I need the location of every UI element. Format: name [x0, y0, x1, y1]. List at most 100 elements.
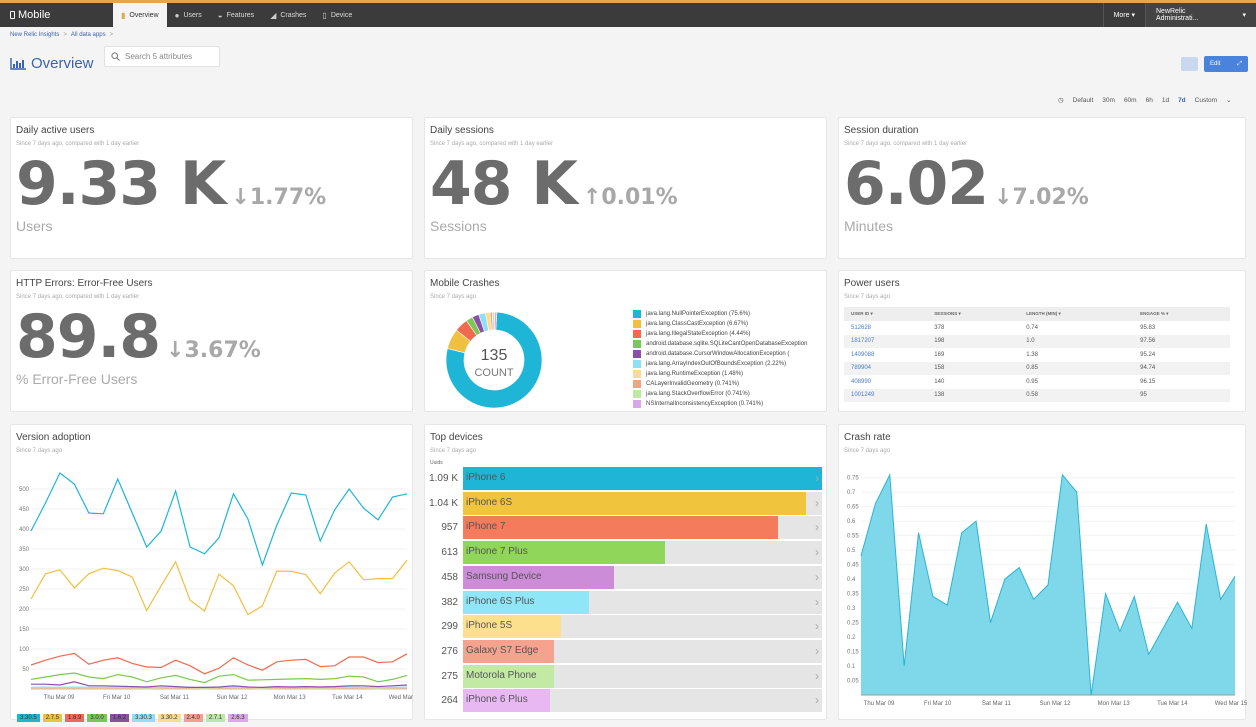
column-header-sessions[interactable]: SESSIONS ▾ — [927, 307, 1020, 321]
chevron-right-icon[interactable]: › — [815, 644, 819, 658]
device-bar-row[interactable]: 957 iPhone 7 › — [425, 516, 825, 540]
column-header-user-id[interactable]: USER ID ▾ — [844, 307, 928, 321]
legend-chip[interactable]: 3.0.0 — [87, 714, 107, 722]
device-label: iPhone 6S Plus — [466, 595, 535, 607]
clock-icon: ◷ — [1058, 97, 1064, 104]
y-tick-label: 0.6 — [847, 519, 856, 525]
mobile-icon — [10, 11, 15, 19]
card-title: Daily sessions — [430, 125, 494, 136]
time-option-7d[interactable]: 7d — [1178, 97, 1186, 104]
table-row: 789904 158 0.85 94.74 — [844, 361, 1230, 375]
legend-chip[interactable]: 3.30.3 — [132, 714, 155, 722]
legend-item[interactable]: NSInternalInconsistencyException (0.741%… — [633, 399, 815, 409]
device-bar-row[interactable]: 613 iPhone 7 Plus › — [425, 541, 825, 565]
legend-item[interactable]: java.lang.IllegalStateException (4.44%) — [633, 329, 815, 339]
version-adoption-card: Version adoption Since 7 days ago 50 100 1… — [10, 424, 414, 722]
legend-item[interactable]: android.database.CursorWindowAllocationE… — [633, 349, 815, 359]
time-option-custom[interactable]: Custom — [1195, 97, 1217, 104]
series-line-3.30.5[interactable] — [30, 472, 408, 567]
legend-label: NSInternalInconsistencyException (0.741%… — [646, 401, 764, 407]
chevron-right-icon[interactable]: › — [815, 619, 819, 633]
chevron-right-icon[interactable]: › — [815, 496, 819, 510]
legend-chip[interactable]: 2.4.0 — [183, 714, 203, 722]
column-header-engage[interactable]: ENGAGE % ▾ — [1133, 307, 1230, 321]
legend-item[interactable]: java.lang.StackOverflowError (0.741%) — [633, 389, 815, 399]
x-tick-label: Tue Mar 14 — [332, 695, 363, 701]
time-option-60m[interactable]: 60m — [1124, 97, 1137, 104]
chevron-right-icon[interactable]: › — [815, 669, 819, 683]
user-id-link[interactable]: 1817207 — [844, 334, 928, 348]
user-id-link[interactable]: 789904 — [844, 361, 928, 375]
user-id-link[interactable]: 1409088 — [844, 348, 927, 362]
device-bar-row[interactable]: 1.04 K iPhone 6S › — [425, 491, 825, 515]
legend-chip[interactable]: 2.7.1 — [205, 714, 226, 722]
column-header-length[interactable]: LENGTH (MIN) ▾ — [1019, 307, 1134, 321]
time-option-default[interactable]: Default — [1073, 97, 1094, 104]
chevron-right-icon[interactable]: › — [815, 545, 819, 559]
card-subtitle: Since 7 days ago — [16, 448, 63, 454]
device-bar-track: Samsung Device › — [463, 565, 822, 589]
tab-features[interactable]: ◒ Features — [210, 3, 262, 27]
x-tick-label: Mon Mar 13 — [274, 695, 307, 701]
chevron-right-icon[interactable]: › — [815, 693, 819, 707]
legend-item[interactable]: java.lang.RuntimeException (1.48%) — [633, 369, 815, 379]
legend-label: java.lang.ArrayIndexOutOfBoundsException… — [646, 361, 787, 367]
caret-down-icon: ▾ — [1242, 12, 1246, 19]
device-label: iPhone 6S — [466, 496, 513, 508]
user-id-link[interactable]: 408990 — [844, 375, 927, 389]
time-option-1d[interactable]: 1d — [1162, 97, 1169, 104]
series-line-3.0.0[interactable] — [30, 672, 408, 684]
y-tick-label: 0.7 — [847, 490, 856, 496]
chevron-down-icon[interactable]: ⌄ — [1226, 96, 1231, 104]
device-bar-row[interactable]: 264 iPhone 6 Plus › — [425, 689, 825, 713]
legend-item[interactable]: java.lang.ArrayIndexOutOfBoundsException… — [633, 359, 815, 369]
legend-chip[interactable]: 1.6.9 — [65, 714, 85, 722]
device-bar-row[interactable]: 276 Galaxy S7 Edge › — [425, 639, 825, 663]
users-icon: ● — [174, 10, 180, 20]
more-menu[interactable]: More ▾ — [1102, 3, 1146, 27]
time-option-30m[interactable]: 30m — [1102, 97, 1115, 104]
legend-chip[interactable]: 3.30.5 — [17, 714, 40, 722]
user-id-link[interactable]: 512628 — [844, 321, 927, 335]
time-option-6h[interactable]: 6h — [1146, 97, 1153, 104]
legend-chip[interactable]: 2.7.5 — [42, 714, 63, 722]
chevron-right-icon[interactable]: › — [815, 595, 819, 609]
table-cell: 378 — [934, 324, 945, 331]
device-bar-row[interactable]: 458 Samsung Device › — [425, 565, 825, 589]
tab-device[interactable]: ▯ Device — [314, 3, 360, 27]
legend-chip[interactable]: 3.30.2 — [157, 714, 181, 722]
chevron-right-icon[interactable]: › — [815, 471, 819, 485]
kpi-value-row: 6.02 ↓7.02% — [844, 154, 1089, 214]
series-line-1.6.9[interactable] — [30, 652, 408, 675]
breadcrumb-all-apps[interactable]: All data apps — [71, 32, 106, 38]
chevron-right-icon[interactable]: › — [815, 570, 819, 584]
device-bar-row[interactable]: 275 Motorola Phone › — [425, 664, 825, 688]
legend-item[interactable]: android.database.sqlite.SQLiteCantOpenDa… — [633, 339, 815, 349]
expand-icon[interactable]: ⤢ — [1237, 61, 1242, 68]
legend-chip[interactable]: 1.6.2 — [109, 714, 130, 722]
app-brand[interactable]: Mobile — [0, 9, 113, 21]
user-id-link[interactable]: 1001249 — [844, 388, 928, 402]
legend-item[interactable]: java.lang.ClassCastException (6.67%) — [633, 319, 815, 329]
tab-crashes[interactable]: ◢ Crashes — [262, 3, 314, 27]
device-bar-row[interactable]: 299 iPhone 5S › — [425, 615, 825, 639]
card-title: Power users — [844, 278, 900, 289]
y-tick-label: 150 — [19, 627, 30, 633]
y-tick-label: 300 — [19, 567, 30, 573]
layout-toggle-button[interactable] — [1181, 57, 1198, 71]
legend-swatch — [633, 380, 641, 388]
tab-users[interactable]: ● Users — [167, 3, 210, 27]
account-menu[interactable]: NewRelic Administrati... ▾ — [1146, 3, 1256, 27]
edit-button[interactable]: Edit ⤢ — [1204, 56, 1248, 72]
device-bar-row[interactable]: 382 iPhone 6S Plus › — [425, 590, 825, 614]
legend-swatch — [633, 400, 641, 408]
device-bar-row[interactable]: 1.09 K iPhone 6 › — [425, 467, 825, 490]
legend-item[interactable]: CALayerInvalidGeometry (0.741%) — [633, 379, 815, 389]
legend-item[interactable]: java.lang.NullPointerException (75.6%) — [633, 309, 815, 319]
breadcrumb-insights[interactable]: New Relic Insights — [10, 32, 59, 38]
attribute-search-input[interactable]: Search 5 attributes — [104, 46, 220, 67]
series-line-2.7.5[interactable] — [30, 559, 408, 616]
legend-chip[interactable]: 2.6.3 — [228, 714, 248, 722]
chevron-right-icon[interactable]: › — [815, 520, 819, 534]
tab-overview[interactable]: ▮ Overview — [113, 3, 167, 27]
